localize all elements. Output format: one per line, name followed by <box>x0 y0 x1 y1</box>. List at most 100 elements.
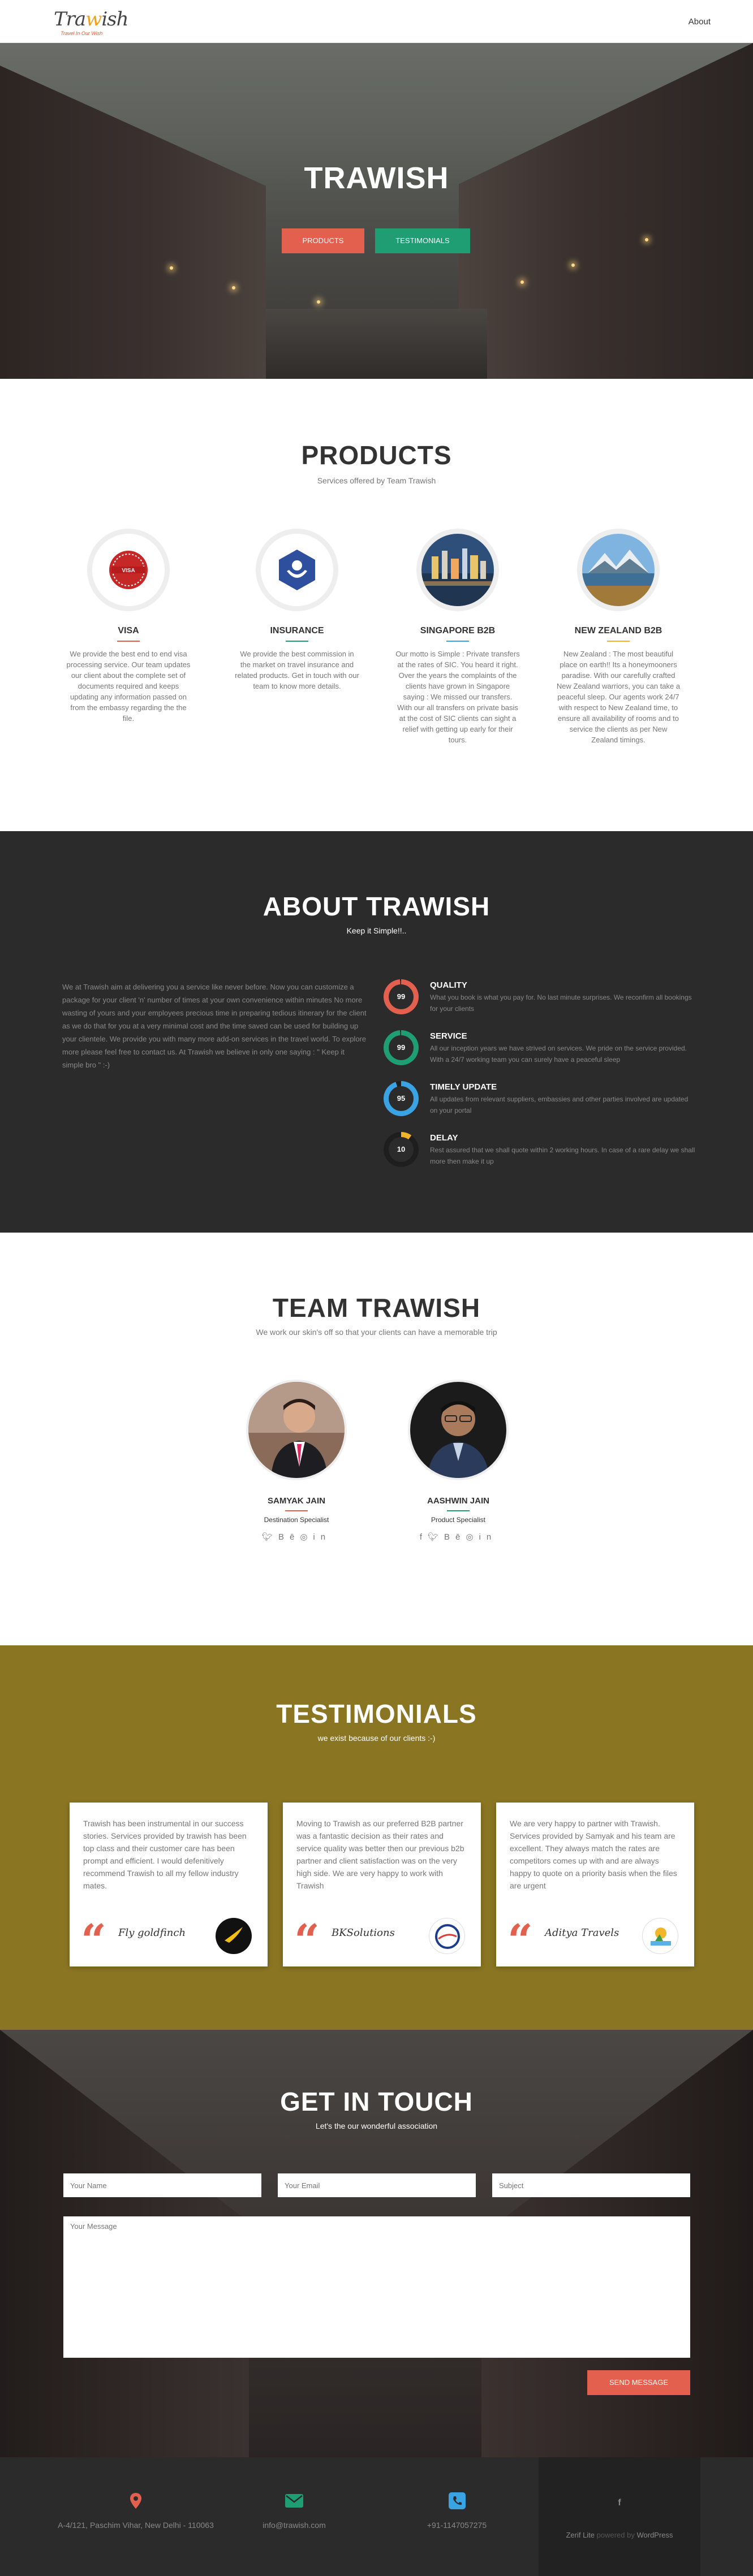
contact-title: GET IN TOUCH <box>280 2087 473 2116</box>
footer-credit: Zerif Lite powered by WordPress <box>539 2531 700 2539</box>
location-pin-icon <box>54 2491 218 2510</box>
member-social-links: f🐦︎Bē◎in <box>390 1532 526 1542</box>
product-card-singapore: SINGAPORE B2B Our motto is Simple : Priv… <box>387 529 528 745</box>
message-textarea[interactable] <box>63 2216 690 2358</box>
address-text: A-4/121, Paschim Vihar, New Delhi - 1100… <box>58 2521 214 2530</box>
product-description: New Zealand : The most beautiful place o… <box>556 650 681 744</box>
credit-powered-by: powered by <box>595 2531 637 2539</box>
team-member-card: AASHWIN JAIN Product Specialist f🐦︎Bē◎in <box>390 1380 526 1542</box>
about-title: ABOUT TRAWISH <box>263 892 490 921</box>
email-input[interactable] <box>278 2173 476 2197</box>
member-name: SAMYAK JAIN <box>268 1496 325 1506</box>
nav-about-link[interactable]: About <box>689 17 711 27</box>
skill-title: SERVICE <box>430 1031 467 1041</box>
insurance-hands-icon[interactable] <box>256 529 338 611</box>
product-underline <box>286 641 308 642</box>
logo-tagline: Travel In Our Wish <box>61 31 103 36</box>
skill-timely-update: 95 TIMELY UPDATE All updates from releva… <box>384 1081 700 1121</box>
hero-background-buildings-left <box>0 66 266 379</box>
singapore-skyline-image[interactable] <box>416 529 499 611</box>
progress-value: 95 <box>389 1086 414 1111</box>
team-title: TEAM TRAWISH <box>272 1293 481 1322</box>
member-social-links: 🐦︎Bē◎in <box>229 1532 364 1542</box>
skill-quality: 99 QUALITY What you book is what you pay… <box>384 979 700 1019</box>
product-card-new-zealand: NEW ZEALAND B2B New Zealand : The most b… <box>548 529 689 745</box>
skill-description: What you book is what you pay for. No la… <box>430 993 692 1013</box>
twitter-icon[interactable]: 🐦︎ <box>262 1532 278 1542</box>
product-description: We provide the best commission in the ma… <box>235 650 359 690</box>
bk-solutions-logo-icon <box>429 1918 465 1954</box>
member-name: AASHWIN JAIN <box>427 1496 489 1506</box>
product-name: SINGAPORE B2B <box>420 626 496 636</box>
twitter-icon[interactable]: 🐦︎ <box>428 1532 444 1542</box>
member-underline <box>447 1510 470 1511</box>
testimonials-subtitle: we exist because of our clients :-) <box>317 1734 436 1743</box>
product-underline <box>446 641 469 642</box>
phone-icon <box>396 2491 518 2510</box>
product-card-insurance: INSURANCE We provide the best commission… <box>226 529 368 691</box>
product-name: NEW ZEALAND B2B <box>574 626 662 636</box>
product-underline <box>117 641 140 642</box>
testimonial-card: Moving to Trawish as our preferred B2B p… <box>283 1803 481 1966</box>
skill-description: All our inception years we have strived … <box>430 1044 687 1064</box>
progress-ring: 95 <box>384 1081 419 1116</box>
product-description: We provide the best end to end visa proc… <box>66 650 191 723</box>
svg-text:VISA: VISA <box>122 568 135 574</box>
phone-text: +91-1147057275 <box>427 2521 487 2530</box>
hero-section: TRAWISH PRODUCTS TESTIMONIALS <box>0 43 753 379</box>
skill-delay: 10 DELAY Rest assured that we shall quot… <box>384 1132 700 1172</box>
testimonials-title: TESTIMONIALS <box>276 1699 477 1728</box>
testimonials-section: TESTIMONIALS we exist because of our cli… <box>0 1645 753 2030</box>
member-underline <box>285 1510 308 1511</box>
visa-stamp-icon[interactable]: VISA <box>87 529 170 611</box>
email-link[interactable]: info@trawish.com <box>238 2519 351 2531</box>
new-zealand-landscape-image[interactable] <box>577 529 660 611</box>
behance-icon[interactable]: Bē <box>444 1532 466 1542</box>
contact-subtitle: Let's the our wonderful association <box>315 2121 438 2130</box>
team-subtitle: We work our skin's off so that your clie… <box>256 1328 497 1337</box>
product-card-visa: VISA VISA We provide the best end to end… <box>58 529 199 724</box>
about-description: We at Trawish aim at delivering you a se… <box>62 983 367 1069</box>
footer-address: A-4/121, Paschim Vihar, New Delhi - 1100… <box>54 2491 218 2531</box>
skill-title: TIMELY UPDATE <box>430 1082 497 1092</box>
product-description: Our motto is Simple : Private transfers … <box>395 650 520 744</box>
site-logo[interactable]: Trawish Travel In Our Wish <box>54 8 129 36</box>
products-subtitle: Services offered by Team Trawish <box>317 476 436 485</box>
skill-title: QUALITY <box>430 980 467 990</box>
linkedin-icon[interactable]: in <box>479 1532 497 1542</box>
member-photo <box>408 1380 509 1480</box>
testimonial-text: Moving to Trawish as our preferred B2B p… <box>296 1819 464 1890</box>
dribbble-icon[interactable]: ◎ <box>300 1532 313 1542</box>
progress-value: 99 <box>389 1035 414 1060</box>
quote-icon: “ <box>81 1915 106 1966</box>
linkedin-icon[interactable]: in <box>313 1532 331 1542</box>
progress-ring: 99 <box>384 979 419 1014</box>
subject-input[interactable] <box>492 2173 690 2197</box>
logo-wordmark: Trawish <box>54 8 129 31</box>
quote-icon: “ <box>294 1915 320 1966</box>
behance-icon[interactable]: Bē <box>278 1532 300 1542</box>
testimonial-signature: BKSolutions <box>332 1927 395 1939</box>
progress-ring: 99 <box>384 1030 419 1065</box>
member-photo <box>246 1380 347 1480</box>
send-message-button[interactable]: SEND MESSAGE <box>587 2370 690 2395</box>
team-section: TEAM TRAWISH We work our skin's off so t… <box>0 1233 753 1645</box>
testimonial-text: We are very happy to partner with Trawis… <box>510 1819 677 1890</box>
testimonials-button[interactable]: TESTIMONIALS <box>375 228 470 253</box>
footer-credits-panel: f Zerif Lite powered by WordPress <box>539 2457 700 2576</box>
about-subtitle: Keep it Simple!!.. <box>346 926 407 935</box>
product-underline <box>607 641 630 642</box>
zerif-lite-link[interactable]: Zerif Lite <box>566 2531 595 2539</box>
skill-service: 99 SERVICE All our inception years we ha… <box>384 1030 700 1070</box>
wordpress-link[interactable]: WordPress <box>636 2531 673 2539</box>
facebook-icon[interactable]: f <box>539 2498 700 2508</box>
progress-value: 10 <box>389 1137 414 1162</box>
products-button[interactable]: PRODUCTS <box>282 228 364 253</box>
skill-title: DELAY <box>430 1133 458 1143</box>
name-input[interactable] <box>63 2173 261 2197</box>
footer-phone: +91-1147057275 <box>396 2491 518 2531</box>
facebook-icon[interactable]: f <box>420 1532 428 1542</box>
skill-description: Rest assured that we shall quote within … <box>430 1146 695 1165</box>
dribbble-icon[interactable]: ◎ <box>466 1532 479 1542</box>
site-header: Trawish Travel In Our Wish About <box>0 0 753 43</box>
